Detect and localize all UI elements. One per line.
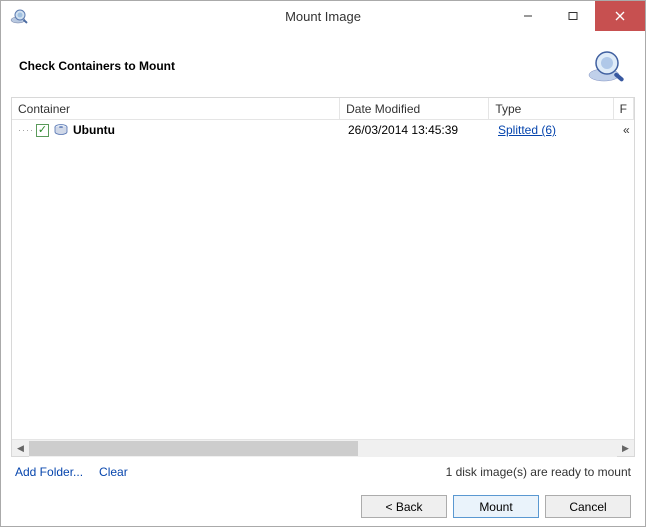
row-f: « bbox=[617, 123, 634, 137]
horizontal-scrollbar[interactable]: ◀ ▶ bbox=[12, 439, 634, 456]
col-date-modified[interactable]: Date Modified bbox=[340, 98, 489, 119]
window-title: Mount Image bbox=[285, 9, 361, 24]
cancel-button[interactable]: Cancel bbox=[545, 495, 631, 518]
scroll-left-arrow[interactable]: ◀ bbox=[12, 440, 29, 457]
add-folder-link[interactable]: Add Folder... bbox=[15, 465, 83, 479]
column-headers: Container Date Modified Type F bbox=[12, 98, 634, 120]
minimize-button[interactable] bbox=[505, 1, 550, 31]
row-checkbox[interactable]: ✓ bbox=[36, 124, 49, 137]
col-f[interactable]: F bbox=[614, 98, 634, 119]
close-button[interactable] bbox=[595, 1, 645, 31]
scroll-right-arrow[interactable]: ▶ bbox=[617, 440, 634, 457]
window-buttons bbox=[505, 1, 645, 31]
scroll-thumb[interactable] bbox=[29, 441, 358, 456]
magnifier-icon bbox=[585, 45, 627, 87]
row-name: Ubuntu bbox=[73, 123, 115, 137]
type-link[interactable]: Splitted (6) bbox=[498, 123, 556, 137]
tree-connector: ···· bbox=[18, 125, 34, 135]
link-bar: Add Folder... Clear 1 disk image(s) are … bbox=[1, 457, 645, 483]
back-button[interactable]: < Back bbox=[361, 495, 447, 518]
mount-button[interactable]: Mount bbox=[453, 495, 539, 518]
clear-link[interactable]: Clear bbox=[99, 465, 128, 479]
app-icon bbox=[9, 6, 29, 26]
tree-body: ···· ✓ Ubuntu 26/03/2014 13:45:39 Splitt… bbox=[12, 120, 634, 439]
col-container[interactable]: Container bbox=[12, 98, 340, 119]
button-bar: < Back Mount Cancel bbox=[1, 483, 645, 530]
disk-icon bbox=[53, 123, 69, 137]
table-row[interactable]: ···· ✓ Ubuntu 26/03/2014 13:45:39 Splitt… bbox=[12, 120, 634, 140]
row-container-cell: ···· ✓ Ubuntu bbox=[12, 123, 342, 137]
page-title: Check Containers to Mount bbox=[19, 59, 175, 73]
maximize-button[interactable] bbox=[550, 1, 595, 31]
row-type: Splitted (6) bbox=[492, 123, 617, 137]
container-list: Container Date Modified Type F ···· ✓ Ub… bbox=[11, 97, 635, 457]
header: Check Containers to Mount bbox=[1, 31, 645, 97]
status-text: 1 disk image(s) are ready to mount bbox=[446, 465, 631, 479]
titlebar: Mount Image bbox=[1, 1, 645, 31]
col-type[interactable]: Type bbox=[489, 98, 613, 119]
row-date: 26/03/2014 13:45:39 bbox=[342, 123, 492, 137]
scroll-track[interactable] bbox=[29, 440, 617, 457]
